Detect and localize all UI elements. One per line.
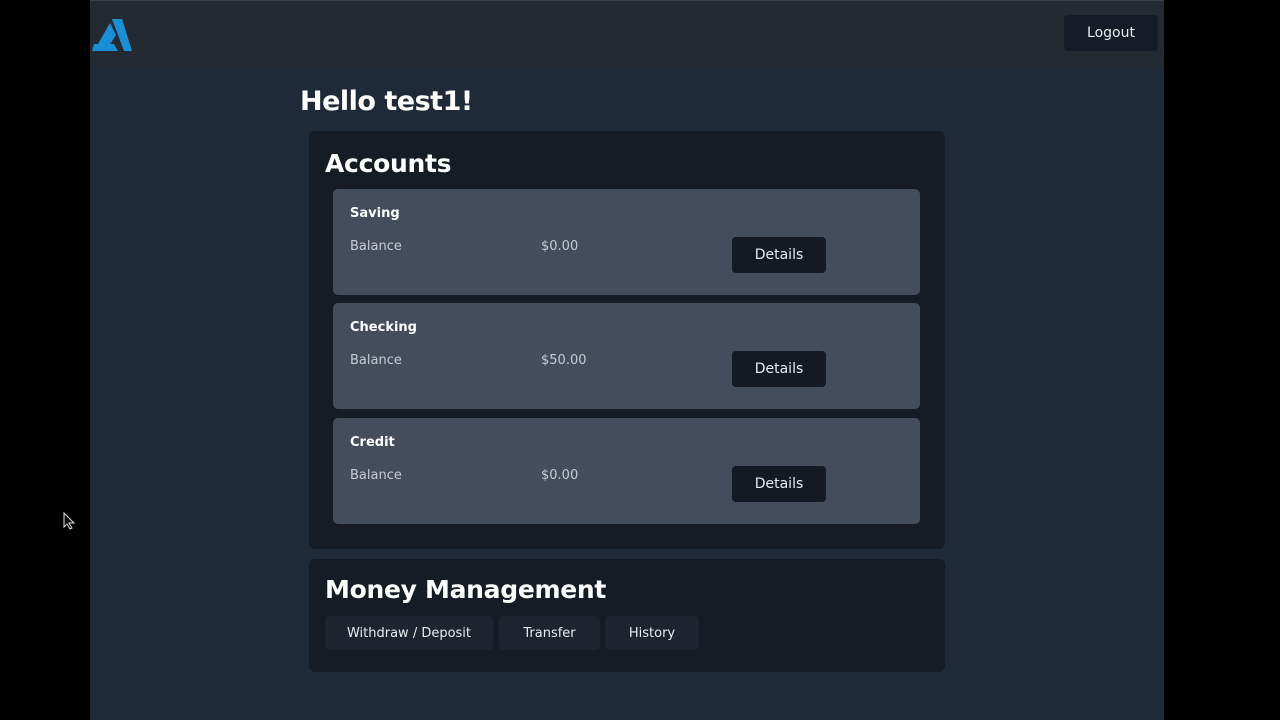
logout-button[interactable]: Logout xyxy=(1064,15,1158,51)
app-viewport: Logout Hello test1! Accounts Saving Bala… xyxy=(90,0,1164,720)
transfer-button[interactable]: Transfer xyxy=(499,616,600,650)
withdraw-deposit-button[interactable]: Withdraw / Deposit xyxy=(325,616,493,650)
details-button-credit[interactable]: Details xyxy=(732,466,826,502)
account-card-credit: Credit Balance $0.00 Details xyxy=(333,418,920,524)
accounts-title: Accounts xyxy=(325,149,452,178)
money-management-title: Money Management xyxy=(325,575,607,604)
details-button-saving[interactable]: Details xyxy=(732,237,826,273)
details-button-checking[interactable]: Details xyxy=(732,351,826,387)
account-name: Credit xyxy=(350,435,395,450)
balance-value: $0.00 xyxy=(541,468,579,483)
top-navbar: Logout xyxy=(90,0,1164,66)
mouse-cursor-icon xyxy=(63,512,75,530)
history-button[interactable]: History xyxy=(605,616,699,650)
balance-label: Balance xyxy=(350,239,402,254)
balance-label: Balance xyxy=(350,353,402,368)
balance-value: $50.00 xyxy=(541,353,587,368)
account-name: Checking xyxy=(350,320,417,335)
balance-label: Balance xyxy=(350,468,402,483)
greeting-heading: Hello test1! xyxy=(300,86,473,117)
account-name: Saving xyxy=(350,206,400,221)
account-card-saving: Saving Balance $0.00 Details xyxy=(333,189,920,295)
money-management-panel: Money Management Withdraw / Deposit Tran… xyxy=(309,559,945,672)
balance-value: $0.00 xyxy=(541,239,579,254)
triangle-logo-icon[interactable] xyxy=(92,17,132,53)
accounts-panel: Accounts Saving Balance $0.00 Details Ch… xyxy=(309,131,945,549)
account-card-checking: Checking Balance $50.00 Details xyxy=(333,303,920,409)
